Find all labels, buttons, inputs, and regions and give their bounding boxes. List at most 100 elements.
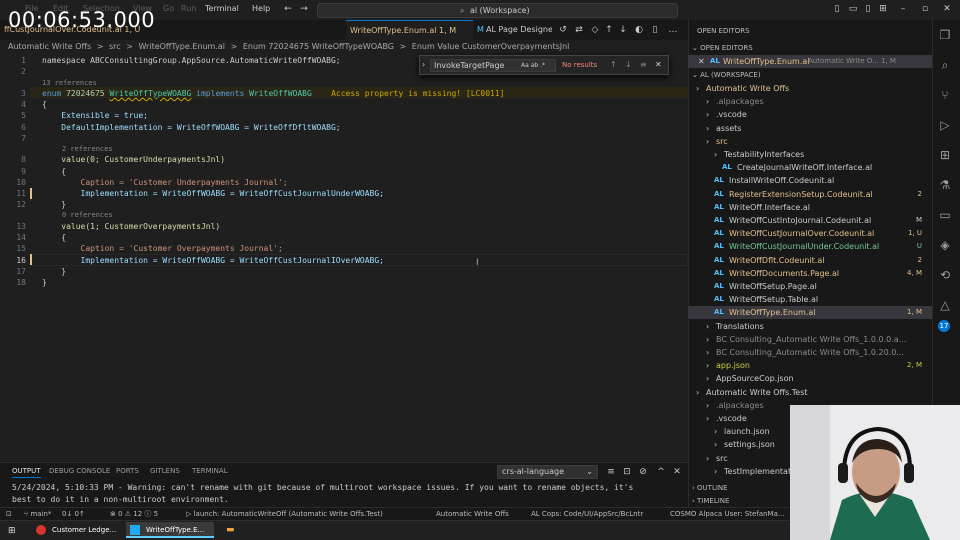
- project-indicator[interactable]: Automatic Write Offs: [436, 508, 509, 520]
- menu-help[interactable]: Help: [252, 4, 270, 13]
- lock-icon[interactable]: ⊡: [622, 467, 632, 477]
- more-actions-icon[interactable]: …: [668, 25, 678, 35]
- testing-icon[interactable]: ⚗: [938, 178, 952, 192]
- prev-change-icon[interactable]: ↑: [604, 25, 614, 35]
- tree-item[interactable]: AL WriteOffSetup.Page.al: [688, 280, 932, 293]
- tree-item[interactable]: AL CreateJournalWriteOff.Interface.al: [688, 161, 932, 174]
- al-cops-indicator[interactable]: AL Cops: Code/UI/AppSrc/BcLntr: [531, 508, 643, 520]
- toggle-secondary-icon[interactable]: ▯: [863, 4, 873, 14]
- remote-explorer-icon[interactable]: ▭: [938, 208, 952, 222]
- tree-item[interactable]: › BC Consulting_Automatic Write Offs_1.0.…: [688, 333, 932, 346]
- tree-item[interactable]: › Automatic Write Offs: [688, 82, 932, 95]
- breadcrumb-item[interactable]: WriteOffType.Enum.al: [139, 42, 226, 51]
- tree-item[interactable]: AL WriteOffSetup.Table.al: [688, 293, 932, 306]
- tree-item[interactable]: › AppSourceCop.json: [688, 372, 932, 385]
- toggle-panel-icon[interactable]: ▭: [848, 4, 858, 14]
- tree-item[interactable]: AL WriteOffDocuments.Page.al 4, M: [688, 267, 932, 280]
- menu-run[interactable]: Run: [181, 4, 196, 13]
- find-options-icon[interactable]: Aa ab .*: [521, 62, 545, 69]
- maximize-panel-icon[interactable]: ^: [656, 467, 666, 477]
- history-icon[interactable]: ↺: [558, 25, 568, 35]
- remote-icon[interactable]: ⊡: [6, 508, 12, 520]
- toggle-sidebar-icon[interactable]: ▯: [832, 4, 842, 14]
- azure-icon[interactable]: △: [938, 298, 952, 312]
- search-icon[interactable]: ⌕: [938, 58, 952, 72]
- breadcrumb-item[interactable]: Enum 72024675 WriteOffTypeWOABG: [243, 42, 394, 51]
- tab-al-page-designer[interactable]: M AL Page Designer: [474, 20, 552, 40]
- next-match-icon[interactable]: ↓: [625, 60, 632, 69]
- breadcrumb-item[interactable]: Automatic Write Offs: [8, 42, 91, 51]
- tree-item[interactable]: › Translations: [688, 320, 932, 333]
- explorer-icon[interactable]: ❐: [938, 28, 952, 42]
- taskbar-vscode[interactable]: WriteOffType.E...: [126, 522, 214, 538]
- tree-item[interactable]: › src: [688, 135, 932, 148]
- code-lens[interactable]: 0 references: [62, 211, 113, 219]
- tree-item[interactable]: › BC Consulting_Automatic Write Offs_1.0.…: [688, 346, 932, 359]
- tree-item[interactable]: AL WriteOffCustJournalOver.Codeunit.al 1, …: [688, 227, 932, 240]
- tree-item[interactable]: › app.json 2, M: [688, 359, 932, 372]
- timeline-icon[interactable]: ⟲: [938, 268, 952, 282]
- clear-output-icon[interactable]: ⊘: [638, 467, 648, 477]
- tree-item[interactable]: AL WriteOff.Interface.al: [688, 201, 932, 214]
- output-channel-select[interactable]: crs-al-language ⌄: [497, 465, 598, 479]
- sync-indicator[interactable]: 0↓ 0↑: [62, 508, 85, 520]
- find-in-selection-icon[interactable]: ≡: [640, 60, 647, 69]
- menu-terminal[interactable]: Terminal: [205, 4, 239, 13]
- minimize-icon[interactable]: –: [898, 4, 908, 14]
- breadcrumb-item[interactable]: src: [109, 42, 121, 51]
- tree-item[interactable]: › Automatic Write Offs.Test: [688, 386, 932, 399]
- maximize-icon[interactable]: ▫: [920, 4, 930, 14]
- close-window-icon[interactable]: ✕: [942, 4, 952, 14]
- open-editors-header[interactable]: ⌄ OPEN EDITORS: [692, 44, 753, 52]
- windows-start-icon[interactable]: ⊞: [8, 526, 18, 536]
- panel-tab-output[interactable]: OUTPUT: [12, 467, 41, 478]
- tree-item[interactable]: AL RegisterExtensionSetup.Codeunit.al 2: [688, 188, 932, 201]
- close-panel-icon[interactable]: ✕: [672, 467, 682, 477]
- gitlens-icon[interactable]: ◈: [938, 238, 952, 252]
- tree-item[interactable]: AL WriteOffDflt.Codeunit.al 2: [688, 254, 932, 267]
- tab-writeofftype-enum[interactable]: WriteOffType.Enum.al 1, M: [346, 20, 473, 40]
- tree-item[interactable]: AL WriteOffCustJournalUnder.Codeunit.al U: [688, 240, 932, 253]
- launch-config[interactable]: ▷ launch: AutomaticWriteOff (Automatic W…: [186, 508, 383, 520]
- next-change-icon[interactable]: ↓: [618, 25, 628, 35]
- run-debug-icon[interactable]: ▷: [938, 118, 952, 132]
- workspace-header[interactable]: ⌄ AL (WORKSPACE): [692, 71, 761, 79]
- tree-item[interactable]: › .alpackages: [688, 95, 932, 108]
- file-explorer-icon[interactable]: ▬: [226, 525, 236, 535]
- breadcrumb-item[interactable]: Enum Value CustomerOverpaymentsJnl: [412, 42, 570, 51]
- branch-indicator[interactable]: ⑂ main*: [24, 508, 51, 520]
- tree-item[interactable]: AL InstallWriteOff.Codeunit.al: [688, 174, 932, 187]
- problems-indicator[interactable]: ⊗ 0 ⚠ 12 ⓘ 5: [110, 508, 158, 520]
- filter-icon[interactable]: ≡: [606, 467, 616, 477]
- taskbar-browser[interactable]: Customer Ledge...: [32, 522, 120, 538]
- timeline-header[interactable]: › TIMELINE: [692, 497, 729, 505]
- source-control-icon[interactable]: ⑂: [938, 88, 952, 102]
- user-indicator[interactable]: COSMO Alpaca User: StefanMa...: [670, 508, 785, 520]
- tree-item[interactable]: AL WriteOffType.Enum.al 1, M: [688, 306, 932, 320]
- panel-tab-debug-console[interactable]: DEBUG CONSOLE: [49, 467, 110, 475]
- layout-icon[interactable]: ⊞: [878, 4, 888, 14]
- outline-header[interactable]: › OUTLINE: [692, 484, 728, 492]
- close-find-icon[interactable]: ✕: [655, 60, 662, 69]
- panel-tab-gitlens[interactable]: GITLENS: [150, 467, 180, 475]
- command-center-search[interactable]: ⌕ al (Workspace): [317, 3, 678, 18]
- tree-item[interactable]: › assets: [688, 122, 932, 135]
- open-editor-item[interactable]: ✕ AL WriteOffType.Enum.al Automatic Writ…: [688, 55, 932, 68]
- code-lens[interactable]: 13 references: [42, 79, 97, 87]
- split-editor-icon[interactable]: ▯: [650, 25, 660, 35]
- panel-tab-terminal[interactable]: TERMINAL: [192, 467, 228, 475]
- tree-item[interactable]: AL WriteOffCustIntoJournal.Codeunit.al M: [688, 214, 932, 227]
- code-lens[interactable]: 2 references: [62, 145, 113, 153]
- tree-item[interactable]: › TestabilityInterfaces: [688, 148, 932, 161]
- tree-item[interactable]: › .vscode: [688, 108, 932, 121]
- extensions-icon[interactable]: ⊞: [938, 148, 952, 162]
- panel-tab-ports[interactable]: PORTS: [116, 467, 139, 475]
- menu-go[interactable]: Go: [163, 4, 174, 13]
- forward-arrow-icon[interactable]: →: [299, 4, 309, 14]
- git-icon[interactable]: ◇: [590, 25, 600, 35]
- previous-match-icon[interactable]: ↑: [610, 60, 617, 69]
- toggle-replace-icon[interactable]: ›: [422, 60, 425, 69]
- back-arrow-icon[interactable]: ←: [283, 4, 293, 14]
- close-editor-icon[interactable]: ✕: [698, 55, 705, 68]
- compare-icon[interactable]: ⇄: [574, 25, 584, 35]
